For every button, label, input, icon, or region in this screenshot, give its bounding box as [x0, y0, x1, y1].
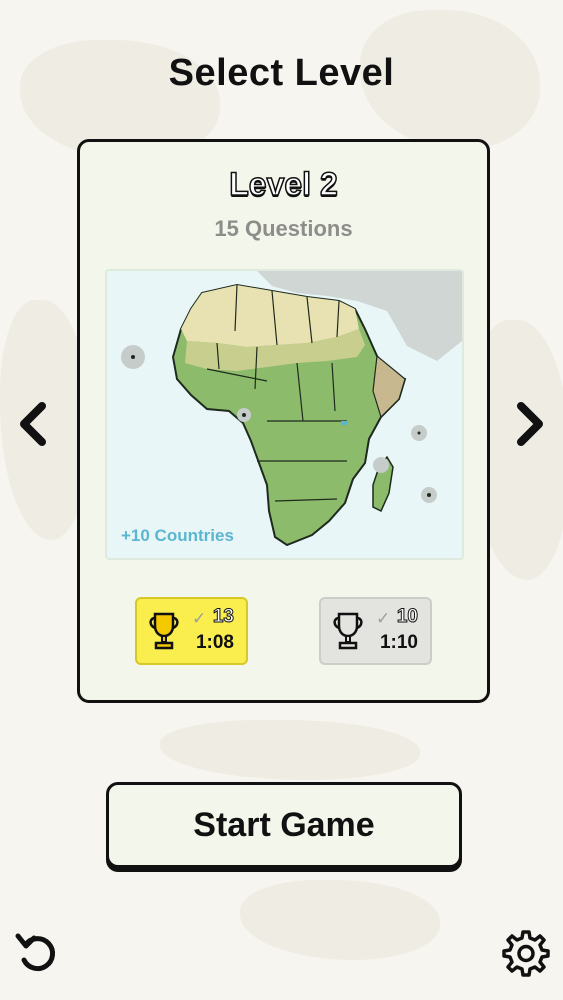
- gear-icon: [502, 930, 550, 977]
- silver-score-badge: ✓ 10 1:10: [319, 597, 432, 665]
- gold-score-badge: ✓ 13 1:08: [135, 597, 248, 665]
- background-shape: [160, 720, 420, 780]
- undo-button[interactable]: [12, 928, 62, 978]
- background-shape: [240, 880, 440, 960]
- correct-count: 13: [212, 606, 234, 628]
- level-title: Level 2: [228, 165, 338, 203]
- previous-level-button[interactable]: [14, 400, 54, 448]
- settings-button[interactable]: [501, 928, 551, 978]
- level-card: Level 2 15 Questions +10 Countries ✓ 13 …: [77, 139, 490, 703]
- africa-map-graphic: [121, 271, 462, 547]
- page-title: Select Level: [168, 52, 395, 94]
- question-count: 15 Questions: [214, 216, 353, 241]
- best-time: 1:10: [379, 632, 418, 653]
- next-level-button[interactable]: [509, 400, 549, 448]
- trophy-icon: [333, 612, 363, 650]
- countries-count-label: +10 Countries: [121, 526, 234, 545]
- chevron-right-icon: [517, 402, 543, 446]
- chevron-left-icon: [20, 402, 46, 446]
- best-time: 1:08: [195, 632, 234, 653]
- undo-icon: [15, 933, 55, 972]
- start-game-button[interactable]: Start Game: [106, 782, 462, 868]
- check-icon: ✓: [192, 609, 207, 628]
- africa-map: +10 Countries: [105, 269, 464, 560]
- trophy-icon: [149, 612, 179, 650]
- check-icon: ✓: [376, 609, 391, 628]
- correct-count: 10: [396, 606, 418, 628]
